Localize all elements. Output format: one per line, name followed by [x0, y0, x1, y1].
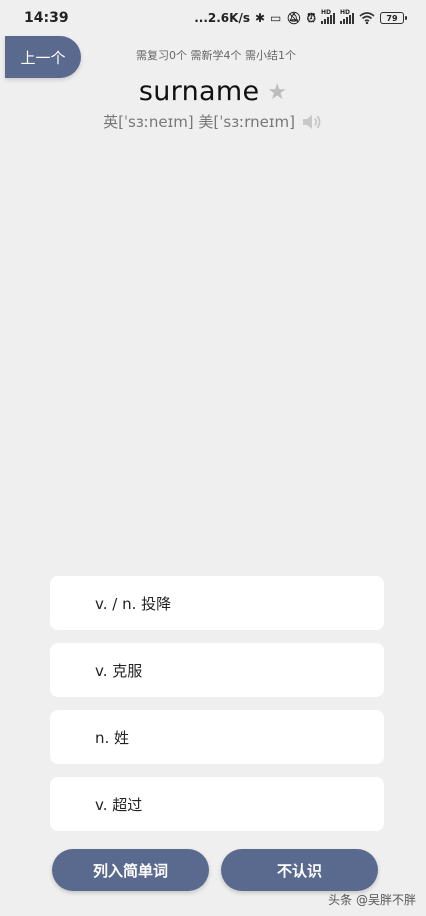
star-icon[interactable]: ★ [267, 81, 287, 104]
status-time: 14:39 [24, 10, 69, 26]
option-1[interactable]: v. / n. 投降 [50, 576, 384, 630]
signal-icon: HD [321, 9, 335, 24]
network-speed: ...2.6K/s [194, 11, 250, 25]
battery-level: 79 [386, 13, 398, 23]
option-label: v. / n. 投降 [95, 594, 172, 613]
mark-easy-button[interactable]: 列入简单词 [52, 849, 209, 891]
phonetic-row: 英[ˈsɜːneɪm] 美[ˈsɜːrneɪm] [0, 111, 426, 132]
answer-options: v. / n. 投降 v. 克服 n. 姓 v. 超过 [50, 576, 384, 844]
unknown-button[interactable]: 不认识 [221, 849, 378, 891]
mute-icon: 🔕︎ [286, 11, 302, 25]
status-icons: ...2.6K/s ✱ ▭ 🔕︎ ⏰︎ HD HD 79 [194, 9, 407, 25]
speaker-icon[interactable] [301, 113, 323, 131]
battery-icon: 79 [380, 12, 407, 24]
vibrate-icon: ▭ [270, 11, 282, 25]
option-label: n. 姓 [95, 728, 130, 747]
alarm-icon: ⏰︎ [306, 11, 316, 25]
signal-icon: HD [340, 9, 354, 24]
bottom-actions: 列入简单词 不认识 [0, 849, 426, 891]
option-2[interactable]: v. 克服 [50, 643, 384, 697]
status-bar: 14:39 ...2.6K/s ✱ ▭ 🔕︎ ⏰︎ HD HD 79 [0, 0, 426, 36]
phonetic-text: 英[ˈsɜːneɪm] 美[ˈsɜːrneɪm] [103, 113, 295, 131]
wifi-icon [359, 12, 375, 24]
option-4[interactable]: v. 超过 [50, 777, 384, 831]
bluetooth-icon: ✱ [254, 11, 266, 25]
option-label: v. 超过 [95, 795, 143, 814]
progress-stats: 需复习0个 需新学4个 需小结1个 [136, 49, 296, 62]
option-3[interactable]: n. 姓 [50, 710, 384, 764]
word-text: surname [138, 76, 260, 107]
option-label: v. 克服 [95, 661, 143, 680]
watermark: 头条 @吴胖不胖 [328, 893, 416, 907]
word-row: surname ★ [0, 76, 426, 107]
